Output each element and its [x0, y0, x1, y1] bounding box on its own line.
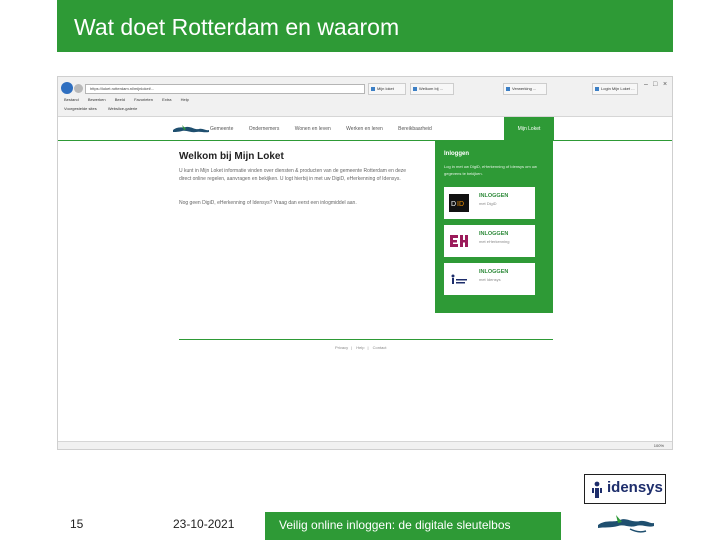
- browser-toolbar: https://loket.rotterdam.nl/mijnloket/...…: [58, 77, 672, 117]
- slide: Wat doet Rotterdam en waarom https://lok…: [0, 0, 720, 540]
- close-icon[interactable]: ×: [663, 81, 667, 88]
- browser-screenshot: https://loket.rotterdam.nl/mijnloket/...…: [57, 76, 673, 450]
- browser-status-bar: 100%: [58, 441, 672, 449]
- svg-text:D: D: [451, 201, 456, 208]
- site-footer-links: Privacy | Help | Contact: [335, 345, 387, 350]
- login-eherkenning-button[interactable]: INLOGGEN met eHerkenning: [444, 225, 535, 257]
- nav-item[interactable]: Bereikbaarheid: [398, 126, 432, 132]
- menu-item[interactable]: Beeld: [115, 97, 125, 102]
- header-divider: [58, 140, 672, 141]
- favorites-bar: Voorgestelde sites Webslice-galerie: [64, 106, 147, 111]
- browser-tab[interactable]: Verwerking ...: [503, 83, 547, 95]
- footer-link[interactable]: Contact: [373, 345, 387, 350]
- page-number: 15: [70, 517, 84, 531]
- rotterdam-logo-icon[interactable]: [172, 123, 210, 135]
- login-sub: met DigiD: [479, 201, 497, 206]
- browser-tab[interactable]: Mijn loket: [368, 83, 406, 95]
- site-nav: Gemeente Ondernemers Wonen en leven Werk…: [210, 126, 446, 132]
- idensys-logo-icon: [451, 274, 467, 284]
- welcome-text-2: Nog geen DigiD, eHerkenning of Idensys? …: [179, 200, 357, 206]
- favorite-link[interactable]: Webslice-galerie: [108, 106, 138, 111]
- browser-tab[interactable]: Welkom bij ...: [410, 83, 454, 95]
- footer-banner: Veilig online inloggen: de digitale sleu…: [265, 512, 561, 540]
- login-cta: INLOGGEN: [479, 193, 509, 199]
- maximize-icon[interactable]: □: [653, 81, 657, 88]
- menu-item[interactable]: Bewerken: [88, 97, 106, 102]
- menu-item[interactable]: Bestand: [64, 97, 79, 102]
- footer-link[interactable]: Help: [356, 345, 364, 350]
- slide-title: Wat doet Rotterdam en waarom: [74, 14, 400, 40]
- idensys-wordmark: idensys: [607, 479, 663, 496]
- idensys-logo: idensys: [584, 474, 666, 504]
- title-bar: Wat doet Rotterdam en waarom: [57, 0, 673, 52]
- login-sub: met Idensys: [479, 277, 501, 282]
- digid-logo-icon: D ID: [449, 194, 469, 212]
- login-panel-text: Log in met uw DigiD, eHerkenning of Iden…: [444, 164, 537, 176]
- menu-item[interactable]: Favorieten: [134, 97, 153, 102]
- idensys-mark-icon: [592, 481, 602, 498]
- nav-item[interactable]: Werken en leren: [346, 126, 383, 132]
- nav-item[interactable]: Ondernemers: [249, 126, 280, 132]
- login-panel: Inloggen Log in met uw DigiD, eHerkennin…: [435, 141, 553, 313]
- nav-item[interactable]: Wonen en leven: [295, 126, 331, 132]
- back-icon[interactable]: [61, 82, 73, 94]
- menu-item[interactable]: Help: [181, 97, 189, 102]
- zoom-level[interactable]: 100%: [654, 443, 664, 448]
- footer-link[interactable]: Privacy: [335, 345, 348, 350]
- login-digid-button[interactable]: D ID INLOGGEN met DigiD: [444, 187, 535, 219]
- forward-icon[interactable]: [74, 84, 83, 93]
- welcome-title: Welkom bij Mijn Loket: [179, 151, 284, 162]
- svg-text:ID: ID: [457, 201, 464, 208]
- mijn-loket-tab[interactable]: Mijn Loket: [504, 117, 554, 141]
- login-sub: met eHerkenning: [479, 239, 510, 244]
- welcome-text: U kunt in Mijn Loket informatie vinden o…: [179, 168, 407, 182]
- login-cta: INLOGGEN: [479, 231, 509, 237]
- rotterdam-lion-logo-icon: [598, 515, 654, 533]
- slide-date: 23-10-2021: [173, 517, 235, 531]
- menu-item[interactable]: Extra: [162, 97, 171, 102]
- footer-text: Veilig online inloggen: de digitale sleu…: [279, 518, 511, 532]
- login-idensys-button[interactable]: INLOGGEN met Idensys: [444, 263, 535, 295]
- eherkenning-logo-icon: [450, 235, 468, 247]
- login-panel-title: Inloggen: [444, 151, 469, 157]
- favorite-link[interactable]: Voorgestelde sites: [64, 106, 97, 111]
- site-footer-divider: [179, 339, 553, 340]
- browser-tab-active[interactable]: Login Mijn Loket ...: [592, 83, 638, 95]
- login-cta: INLOGGEN: [479, 269, 509, 275]
- address-bar[interactable]: https://loket.rotterdam.nl/mijnloket/...: [85, 84, 365, 94]
- menu-bar: Bestand Bewerken Beeld Favorieten Extra …: [64, 97, 197, 102]
- nav-item[interactable]: Gemeente: [210, 126, 233, 132]
- minimize-icon[interactable]: –: [644, 81, 648, 88]
